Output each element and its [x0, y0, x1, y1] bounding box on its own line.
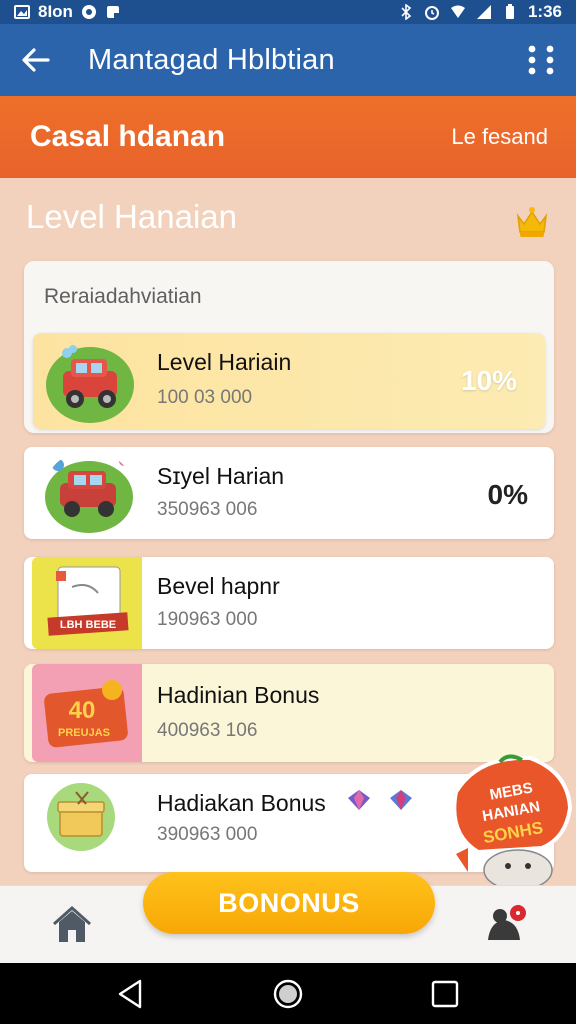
signal-icon: [476, 5, 491, 19]
list-item-bonus-1[interactable]: 40 PREUJAS Hadinian Bonus 400963 106: [24, 664, 554, 762]
item-percent: 10%: [460, 365, 517, 396]
item-subtitle: 350963 006: [157, 499, 258, 520]
item-title: Hadiakan Bonus: [157, 790, 326, 816]
spotify-icon: [81, 5, 96, 19]
home-icon[interactable]: [52, 906, 92, 944]
bonus-badge-icon: 40 PREUJAS: [44, 680, 128, 748]
list-item-level-1[interactable]: Level Hariain 100 03 000 10%: [33, 333, 545, 429]
car-thumbnail-icon: [45, 456, 133, 533]
app-notification-icon: [106, 6, 119, 18]
system-navigation-bar: [0, 963, 576, 1024]
item-subtitle: 190963 000: [157, 609, 258, 630]
banner-text: LBH BEBE: [60, 619, 116, 631]
header-link[interactable]: Le fesand: [451, 124, 548, 150]
bluetooth-icon: [401, 4, 412, 20]
status-bar: 8Ion 1:36: [0, 0, 576, 24]
more-options-button[interactable]: [512, 24, 576, 96]
note-icon: LBH BEBE: [47, 566, 129, 636]
image-notification-icon: [14, 5, 30, 19]
item-subtitle: 100 03 000: [157, 387, 253, 408]
mascot-sticker-icon[interactable]: MEBS HANIAN SONHS: [438, 752, 576, 892]
chest-thumbnail-icon: [47, 783, 115, 851]
profile-notification-icon[interactable]: [484, 904, 528, 946]
home-circle-icon[interactable]: [271, 977, 305, 1011]
back-button[interactable]: [0, 24, 72, 96]
list-item-level-2[interactable]: Sɪyel Harian 350963 006 0%: [24, 447, 554, 539]
page-title: Mantagad Hblbtian: [88, 43, 335, 76]
wifi-icon: [450, 5, 465, 18]
badge-number: 40: [69, 697, 96, 724]
section-title: Level Hanaian: [26, 198, 237, 235]
arrow-left-icon: [22, 48, 50, 72]
item-title: Sɪyel Harian: [157, 463, 285, 489]
status-left-text: 8Ion: [38, 2, 73, 21]
item-subtitle: 400963 106: [157, 720, 258, 741]
gem-icon: [348, 790, 370, 810]
item-title: Hadinian Bonus: [157, 682, 320, 708]
alarm-icon: [424, 6, 439, 20]
crown-icon[interactable]: [512, 202, 552, 242]
orange-header: Casal hdanan Le fesand: [0, 96, 576, 178]
item-title: Level Hariain: [157, 349, 292, 375]
header-title: Casal hdanan: [30, 120, 226, 153]
app-bar: Mantagad Hblbtian: [0, 24, 576, 96]
bonus-button[interactable]: BONONUS: [143, 872, 435, 934]
recents-square-icon[interactable]: [428, 977, 462, 1011]
battery-icon: [505, 4, 514, 19]
back-triangle-icon[interactable]: [114, 977, 148, 1011]
car-thumbnail-icon: [46, 345, 134, 423]
gem-icon: [390, 790, 412, 810]
item-subtitle: 390963 000: [157, 824, 258, 845]
item-title: Bevel hapnr: [157, 573, 280, 599]
document-thumbnail: LBH BEBE: [32, 557, 142, 649]
status-time: 1:36: [527, 2, 562, 21]
bonus-thumbnail: 40 PREUJAS: [32, 664, 142, 762]
list-item-level-3[interactable]: LBH BEBE Bevel hapnr 190963 000: [24, 557, 554, 649]
panel-label: Reraiadahviatian: [44, 285, 202, 308]
more-vert-icon: [528, 45, 554, 75]
item-percent: 0%: [487, 479, 528, 510]
badge-text: PREUJAS: [58, 727, 110, 739]
